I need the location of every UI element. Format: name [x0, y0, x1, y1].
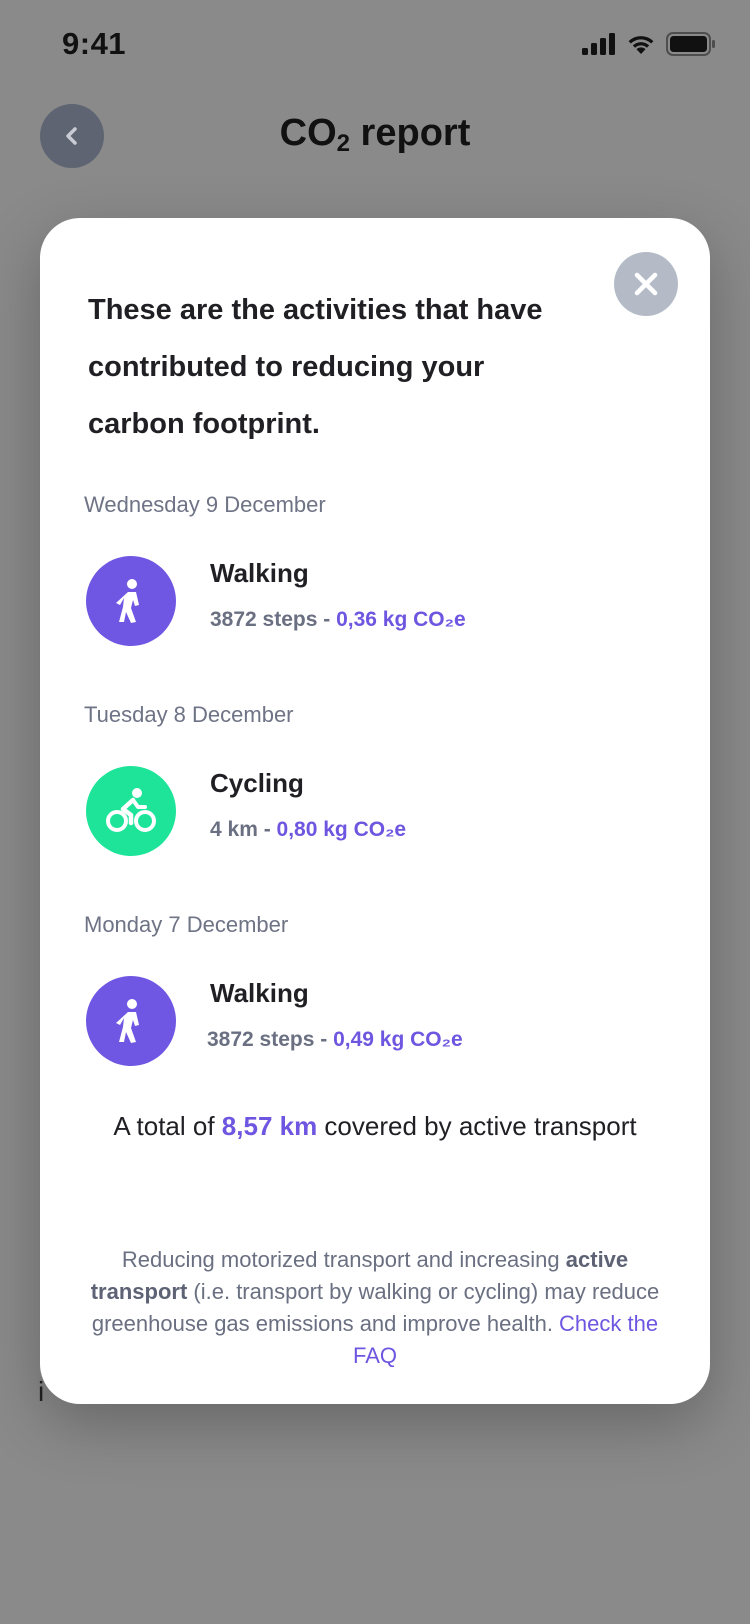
page-title-subscript: 2 — [336, 130, 350, 157]
activity-detail: 4 km - 0,80 kg CO₂e — [210, 818, 406, 842]
activity-amount: 3872 steps - — [207, 1028, 328, 1051]
activity-co2: 0,49 kg CO₂e — [333, 1028, 463, 1051]
wifi-icon — [628, 36, 654, 54]
footnote-part1: Reducing motorized transport and increas… — [121, 1247, 566, 1272]
battery-icon — [666, 32, 715, 56]
activity-co2: 0,36 kg CO₂e — [336, 608, 466, 631]
activity-icon-badge — [86, 556, 176, 646]
page-title-main: CO — [279, 112, 337, 154]
date-label: Wednesday 9 December — [84, 492, 326, 517]
cycling-icon — [106, 788, 156, 832]
total-suffix: covered by active transport — [317, 1111, 637, 1141]
status-time: 9:41 — [62, 26, 127, 61]
date-label: Monday 7 December — [84, 912, 289, 937]
status-icons — [582, 32, 716, 56]
close-icon — [634, 272, 658, 296]
walking-icon — [116, 579, 139, 623]
total-summary: A total of 8,57 km covered by active tra… — [40, 1102, 710, 1150]
page-title-rest: report — [350, 112, 471, 154]
modal-heading: These are the activities that have contr… — [88, 294, 543, 440]
footnote: Reducing motorized transport and increas… — [90, 1244, 660, 1372]
status-bar: 9:41 — [0, 0, 750, 96]
activity-amount: 4 km - — [210, 818, 271, 841]
activity-co2: 0,80 kg CO₂e — [276, 818, 407, 841]
activity-name: Walking — [210, 978, 309, 1008]
signal-icon — [582, 33, 615, 55]
activity-detail: 3872 steps - 0,36 kg CO₂e — [210, 608, 466, 632]
total-value: 8,57 km — [221, 1111, 318, 1141]
activity-icon-badge — [86, 976, 176, 1066]
activity-name: Cycling — [210, 768, 304, 798]
page-title: CO2 report — [0, 112, 750, 157]
activity-name: Walking — [210, 558, 309, 588]
activities-modal: These are the activities that have contr… — [40, 218, 710, 1404]
close-button[interactable] — [614, 252, 678, 316]
walking-icon — [116, 999, 139, 1043]
total-prefix: A total of — [113, 1111, 222, 1141]
date-label: Tuesday 8 December — [84, 702, 294, 727]
activity-icon-badge — [86, 766, 176, 856]
activity-amount: 3872 steps - — [210, 608, 331, 631]
activity-detail: 3872 steps - 0,49 kg CO₂e — [207, 1028, 463, 1052]
